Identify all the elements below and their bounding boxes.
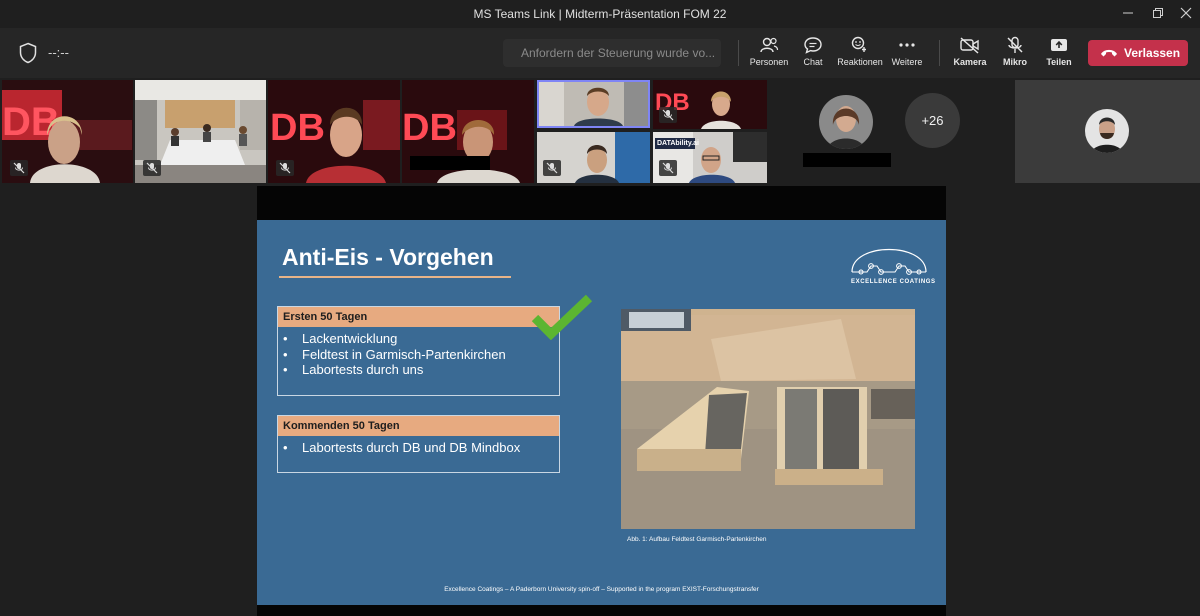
people-icon xyxy=(760,37,779,53)
participant-video-tile[interactable]: DB xyxy=(2,80,133,183)
muted-indicator xyxy=(276,160,294,176)
reactions-icon xyxy=(851,36,866,52)
share-label: Teilen xyxy=(1046,57,1072,67)
slide-footer: Excellence Coatings – A Paderborn Univer… xyxy=(444,586,759,593)
reactions-button[interactable]: Reaktionen xyxy=(833,36,887,74)
svg-text:DB: DB xyxy=(270,107,325,149)
photo-caption: Abb. 1: Aufbau Feldtest Garmisch-Partenk… xyxy=(627,536,767,543)
toolbar-divider xyxy=(738,40,739,66)
mic-off-icon xyxy=(662,162,674,174)
close-icon[interactable] xyxy=(1176,4,1196,24)
mic-off-icon xyxy=(662,109,674,121)
more-participants-button[interactable]: +26 xyxy=(905,93,960,148)
bullet-list: Lackentwicklung Feldtest in Garmisch-Par… xyxy=(278,327,559,382)
mic-off-icon xyxy=(1007,36,1023,53)
section-box-next-50-days: Kommenden 50 Tagen Labortests durch DB u… xyxy=(277,415,560,473)
self-avatar xyxy=(1085,109,1129,153)
request-control-field[interactable]: Anfordern der Steuerung wurde vo... xyxy=(503,39,721,67)
list-item: Feldtest in Garmisch-Partenkirchen xyxy=(283,347,559,363)
shared-content-bottombar xyxy=(257,605,946,616)
window-title: MS Teams Link | Midterm-Präsentation FOM… xyxy=(473,7,727,21)
self-video-tile[interactable] xyxy=(1015,80,1200,183)
section-header: Kommenden 50 Tagen xyxy=(278,416,559,436)
participant-video-tile[interactable]: DATAbility.ai xyxy=(653,132,767,183)
title-underline xyxy=(279,276,511,278)
tile-banner-text: DATAbility.ai xyxy=(657,140,699,147)
leave-label: Verlassen xyxy=(1124,46,1181,60)
share-button[interactable]: Teilen xyxy=(1032,36,1086,74)
muted-indicator xyxy=(10,160,28,176)
chat-label: Chat xyxy=(803,57,823,67)
redaction-bar xyxy=(803,153,891,167)
checkmark-icon xyxy=(531,294,593,340)
participant-photo xyxy=(819,95,873,149)
meeting-timer: --:-- xyxy=(48,45,69,60)
participant-video-tile[interactable] xyxy=(537,132,650,183)
reactions-label: Reaktionen xyxy=(837,57,883,67)
section-header: Ersten 50 Tagen xyxy=(278,307,559,327)
list-item: Labortests durch uns xyxy=(283,362,559,378)
muted-indicator xyxy=(543,160,561,176)
title-bar: MS Teams Link | Midterm-Präsentation FOM… xyxy=(0,0,1200,28)
avatar[interactable] xyxy=(819,95,873,149)
logo-text: EXCELLENCE COATINGS xyxy=(851,279,936,285)
excellence-coatings-logo xyxy=(851,248,927,275)
field-test-photo xyxy=(621,309,915,529)
slide-title: Anti-Eis - Vorgehen xyxy=(282,244,494,270)
section-box-first-50-days: Ersten 50 Tagen Lackentwicklung Feldtest… xyxy=(277,306,560,396)
shield-icon xyxy=(19,42,37,64)
svg-text:DB: DB xyxy=(402,107,457,149)
mic-off-icon xyxy=(279,162,291,174)
participant-photo xyxy=(1085,109,1129,153)
share-icon xyxy=(1051,39,1067,51)
mic-off-icon xyxy=(546,162,558,174)
shared-content-topbar xyxy=(257,186,946,220)
muted-indicator xyxy=(659,107,677,123)
participant-video xyxy=(539,82,648,126)
muted-indicator xyxy=(659,160,677,176)
more-icon xyxy=(899,43,915,47)
list-item: Lackentwicklung xyxy=(283,331,559,347)
minimize-icon[interactable] xyxy=(1118,4,1138,24)
redaction-bar xyxy=(410,156,490,170)
leave-button[interactable]: Verlassen xyxy=(1088,40,1188,66)
muted-indicator xyxy=(143,160,161,176)
toolbar-divider xyxy=(939,40,940,66)
list-item: Labortests durch DB und DB Mindbox xyxy=(283,440,559,456)
mic-off-icon xyxy=(146,162,158,174)
camera-off-icon xyxy=(960,37,979,54)
chat-icon xyxy=(804,37,822,54)
more-label: Weitere xyxy=(891,57,923,67)
participant-video-tile[interactable]: DB xyxy=(268,80,400,183)
meeting-toolbar: --:-- Anfordern der Steuerung wurde vo..… xyxy=(0,28,1200,78)
shared-slide: Anti-Eis - Vorgehen EXCELLENCE COATINGS … xyxy=(257,220,946,605)
bullet-list: Labortests durch DB und DB Mindbox xyxy=(278,436,559,460)
participant-video-tile[interactable]: DB xyxy=(402,80,534,183)
hang-up-icon xyxy=(1101,49,1117,57)
active-speaker-tile[interactable] xyxy=(537,80,650,128)
mic-off-icon xyxy=(13,162,25,174)
participant-video-tile[interactable]: DB xyxy=(653,80,767,129)
chat-button[interactable]: Chat xyxy=(786,36,840,74)
participant-video-tile[interactable] xyxy=(135,80,266,183)
more-button[interactable]: Weitere xyxy=(880,36,934,74)
restore-icon[interactable] xyxy=(1148,4,1168,24)
field-test-image xyxy=(621,309,915,529)
